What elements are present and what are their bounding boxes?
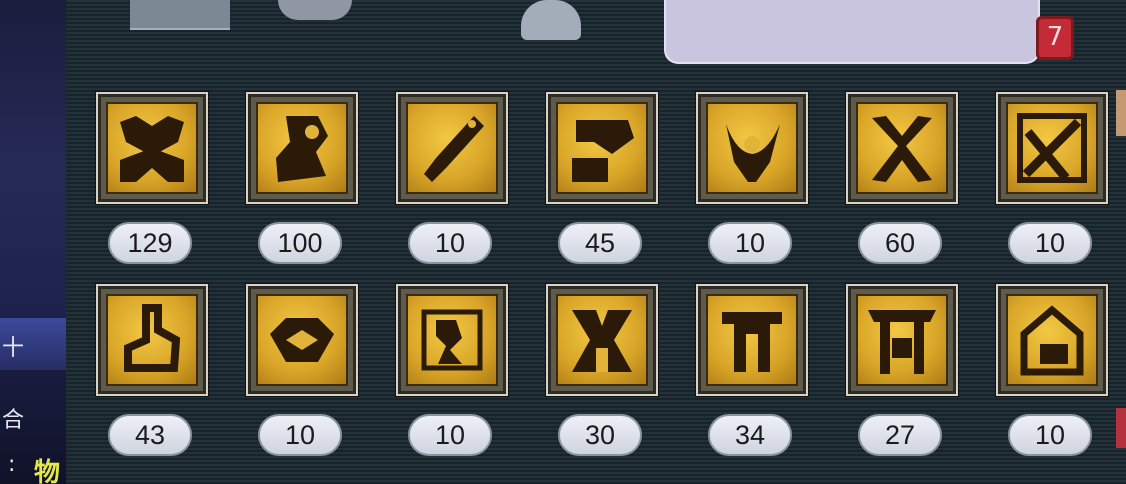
rune-chain-icon xyxy=(270,318,334,362)
rune-torii-icon xyxy=(868,310,936,374)
item-slot[interactable] xyxy=(546,284,658,396)
item-count-badge: 45 xyxy=(558,222,642,264)
rune-crossed-tools-icon xyxy=(1017,113,1087,183)
chat-side-panel: 十 合 : 物 xyxy=(0,0,66,484)
item-count-badge: 100 xyxy=(258,222,342,264)
top-tab[interactable] xyxy=(130,0,230,30)
rune-crown-icon xyxy=(120,116,184,182)
rune-hammer-icon xyxy=(572,120,634,182)
item-count-badge: 129 xyxy=(108,222,192,264)
item-count-badge: 30 xyxy=(558,414,642,456)
side-char-a: 十 xyxy=(2,336,25,361)
item-count-badge: 60 xyxy=(858,222,942,264)
item-slot[interactable] xyxy=(846,284,958,396)
item-slot[interactable] xyxy=(396,284,508,396)
rune-dagger-icon xyxy=(424,116,484,182)
side-char-c: : xyxy=(8,452,16,477)
rune-runner-icon xyxy=(421,309,483,371)
rune-gate-icon xyxy=(572,310,632,372)
side-char-d: 物 xyxy=(34,458,61,484)
item-count-badge: 27 xyxy=(858,414,942,456)
item-slot[interactable] xyxy=(96,284,208,396)
item-slot[interactable] xyxy=(696,284,808,396)
rune-crossed-wings-icon xyxy=(872,116,932,182)
portrait-figure-a xyxy=(278,0,352,20)
scrollbar[interactable] xyxy=(1116,90,1126,470)
info-text-box xyxy=(664,0,1040,64)
rune-helmet-icon xyxy=(1020,305,1084,376)
close-button[interactable]: 7 xyxy=(1036,16,1074,60)
item-slot[interactable] xyxy=(996,284,1108,396)
item-count-badge: 34 xyxy=(708,414,792,456)
rune-temple-icon xyxy=(722,312,782,372)
item-count-badge: 10 xyxy=(1008,414,1092,456)
item-slot[interactable] xyxy=(846,92,958,204)
item-slot[interactable] xyxy=(246,284,358,396)
rune-knot-icon xyxy=(124,304,181,372)
item-slot[interactable] xyxy=(546,92,658,204)
item-slot[interactable] xyxy=(396,92,508,204)
rune-spiral-sun-icon xyxy=(276,116,328,182)
item-count-badge: 43 xyxy=(108,414,192,456)
item-count-badge: 10 xyxy=(1008,222,1092,264)
item-slot[interactable] xyxy=(996,92,1108,204)
item-slot[interactable] xyxy=(96,92,208,204)
item-count-badge: 10 xyxy=(408,222,492,264)
scroll-thumb[interactable] xyxy=(1116,90,1126,136)
item-count-badge: 10 xyxy=(258,414,342,456)
item-count-badge: 10 xyxy=(708,222,792,264)
rune-crescent-blade-icon xyxy=(726,124,780,182)
scroll-end-marker xyxy=(1116,408,1126,448)
portrait-figure-b xyxy=(521,0,581,40)
side-char-b: 合 xyxy=(2,408,25,433)
item-slot[interactable] xyxy=(246,92,358,204)
inventory-window: 7 129 100 10 45 10 60 10 43 10 10 30 34 27 10 xyxy=(66,0,1126,484)
item-slot[interactable] xyxy=(696,92,808,204)
item-count-badge: 10 xyxy=(408,414,492,456)
